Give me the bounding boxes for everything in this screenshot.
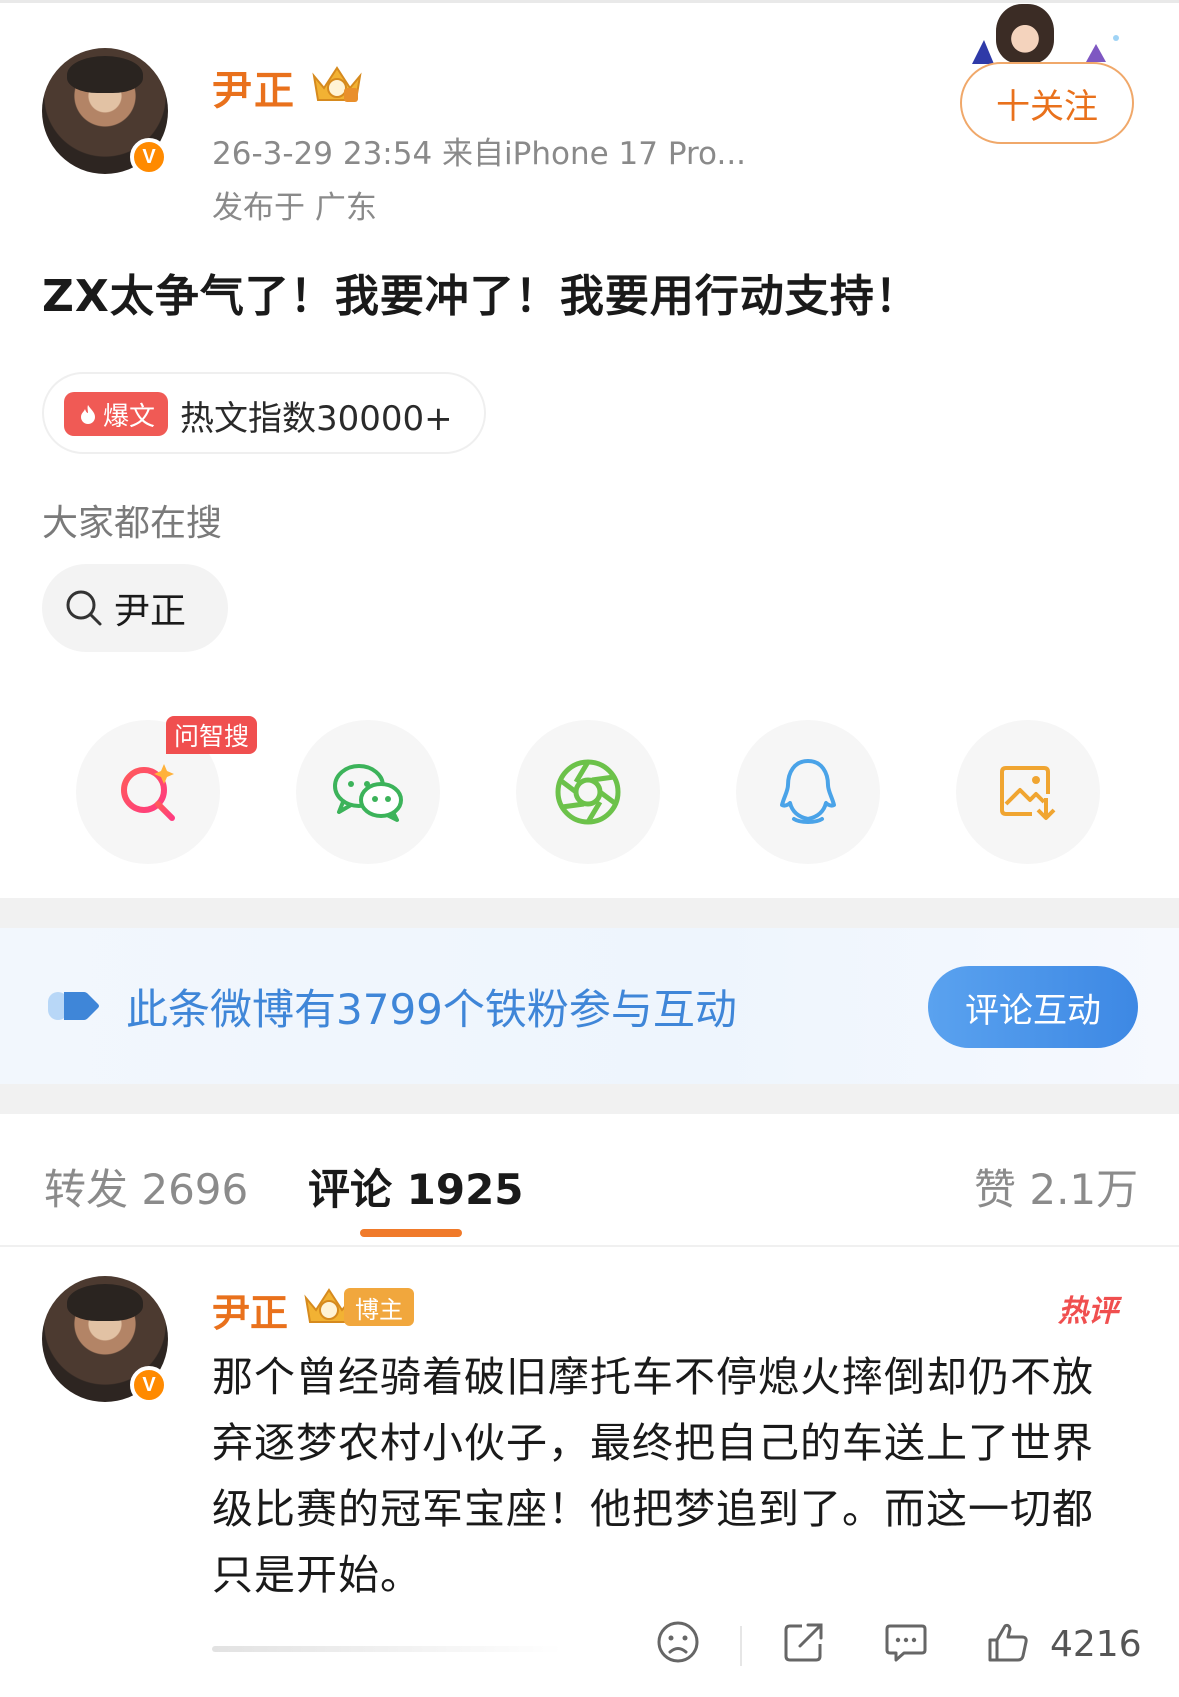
- author-name[interactable]: 尹正: [212, 58, 296, 116]
- comment-content: 那个曾经骑着破旧摩托车不停熄火摔倒却仍不放弃逐梦农村小伙子，最终把自己的车送上了…: [212, 1353, 1094, 1599]
- tab-repost[interactable]: 转发 2696: [44, 1156, 248, 1217]
- hot-index-label: 热文指数30000+: [180, 399, 453, 439]
- reply-comment-button[interactable]: [884, 1620, 928, 1664]
- search-chip[interactable]: 尹正: [42, 564, 228, 652]
- thumbs-up-icon: [988, 1623, 1028, 1662]
- tab-comment[interactable]: 评论 1925: [308, 1156, 524, 1217]
- comment-author-name[interactable]: 尹正: [212, 1282, 288, 1337]
- action-separator: [740, 1626, 742, 1666]
- post-time-source: 26-3-29 23:54 来自iPhone 17 Pro...: [212, 136, 747, 172]
- fan-interaction-text: 此条微博有3799个铁粉参与互动: [126, 985, 737, 1034]
- post-location: 发布于 广东: [212, 190, 377, 226]
- tab-like[interactable]: 赞 2.1万: [974, 1156, 1138, 1217]
- hot-comment-label: 热评: [1058, 1294, 1118, 1329]
- hot-article-tag: 爆文: [64, 392, 168, 436]
- search-chip-label: 尹正: [114, 591, 187, 632]
- wechat-icon: [333, 764, 403, 822]
- react-button[interactable]: [656, 1620, 700, 1664]
- verified-badge-icon: V: [130, 138, 168, 176]
- moments-icon: [555, 759, 621, 825]
- like-comment-button[interactable]: [986, 1620, 1030, 1664]
- comment-placeholder-line: [212, 1646, 562, 1652]
- share-qq-button[interactable]: [736, 720, 880, 864]
- comment-icon: [885, 1624, 927, 1662]
- top-border: [0, 0, 1179, 3]
- search-icon: [66, 590, 102, 626]
- verified-badge-icon: V: [130, 1366, 168, 1404]
- tab-bar-border: [0, 1245, 1179, 1247]
- fire-icon: [80, 405, 95, 424]
- save-image-button[interactable]: [956, 720, 1100, 864]
- trending-search-title: 大家都在搜: [42, 503, 223, 544]
- share-wechat-button[interactable]: [296, 720, 440, 864]
- ask-smart-search-tag: 问智搜: [166, 716, 258, 754]
- blogger-badge-label: 博主: [344, 1288, 414, 1326]
- sad-face-icon: [657, 1621, 699, 1663]
- crown-icon: [312, 66, 362, 102]
- share-moments-button[interactable]: [516, 720, 660, 864]
- section-divider: [0, 1084, 1179, 1114]
- share-comment-button[interactable]: [782, 1620, 826, 1664]
- comment-interact-button[interactable]: 评论互动: [928, 966, 1138, 1048]
- qq-icon: [780, 759, 836, 824]
- blogger-badge: 博主: [302, 1284, 414, 1328]
- follow-button[interactable]: 十关注: [960, 62, 1134, 144]
- hot-index-chip[interactable]: 爆文 热文指数30000+: [42, 372, 486, 454]
- post-content: ZX太争气了！我要冲了！我要用行动支持！: [42, 271, 920, 322]
- share-icon: [784, 1623, 823, 1662]
- hot-article-tag-label: 爆文: [102, 401, 155, 432]
- section-divider: [0, 898, 1179, 928]
- comment-like-count: 4216: [1050, 1624, 1142, 1665]
- active-tab-indicator: [360, 1229, 462, 1237]
- smart-search-icon: [121, 764, 175, 821]
- save-image-icon: [1000, 766, 1056, 820]
- fan-indicator-icon: [48, 992, 99, 1020]
